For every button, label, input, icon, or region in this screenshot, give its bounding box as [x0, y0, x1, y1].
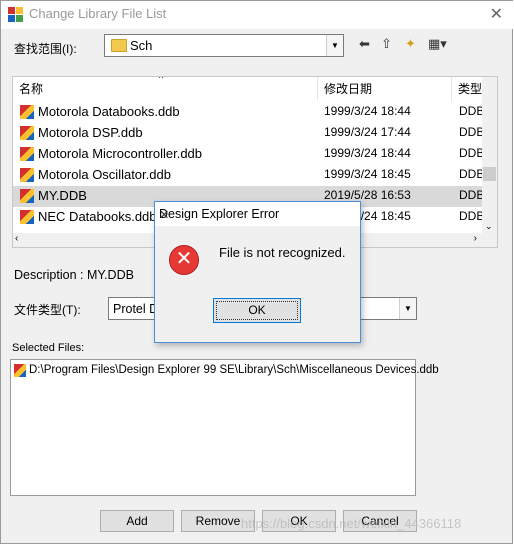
lookin-value: Sch: [130, 38, 153, 53]
chevron-down-icon[interactable]: ▼: [326, 35, 343, 56]
ddb-file-icon: [20, 168, 34, 182]
selected-file-path[interactable]: D:\Program Files\Design Explorer 99 SE\L…: [29, 364, 439, 376]
selected-files-label: Selected Files:: [12, 342, 85, 354]
ddb-file-icon: [20, 147, 34, 161]
watermark-text: https://blog.csdn.net/weixin_44366118: [241, 516, 462, 531]
error-dialog: Design Explorer Error ✕ ✕ File is not re…: [154, 201, 361, 343]
scroll-thumb[interactable]: [483, 167, 496, 181]
dialog-title-bar: Design Explorer Error ✕: [155, 202, 360, 226]
list-item[interactable]: Motorola Microcontroller.ddb 1999/3/24 18…: [13, 144, 484, 165]
ddb-file-icon: [20, 126, 34, 140]
sort-ascending-icon: ^: [159, 76, 164, 83]
chevron-down-icon[interactable]: ▼: [399, 298, 416, 319]
folder-icon: [111, 39, 127, 52]
up-folder-icon[interactable]: ⇧: [381, 36, 392, 52]
scroll-left-icon[interactable]: ‹: [15, 233, 18, 244]
selected-files-list[interactable]: D:\Program Files\Design Explorer 99 SE\L…: [10, 359, 439, 496]
lookin-combo[interactable]: Sch ▼: [104, 34, 344, 57]
back-icon[interactable]: ⬅: [359, 36, 370, 52]
ddb-file-icon: [20, 210, 34, 224]
window-close-icon[interactable]: ✕: [490, 4, 503, 24]
view-menu-icon[interactable]: ▦▾: [428, 36, 447, 52]
ddb-file-icon: [14, 364, 26, 377]
dialog-ok-button[interactable]: OK: [213, 298, 301, 323]
lookin-label: 查找范围(I):: [14, 42, 77, 56]
add-button[interactable]: Add: [100, 510, 174, 532]
error-icon: ✕: [169, 245, 199, 275]
ddb-file-icon: [20, 105, 34, 119]
list-item[interactable]: Motorola Oscillator.ddb 1999/3/24 18:45 DD…: [13, 165, 484, 186]
scroll-down-icon[interactable]: ⌄: [485, 221, 493, 232]
window-title: Change Library File List: [29, 6, 167, 21]
column-header-date[interactable]: 修改日期: [318, 77, 452, 101]
list-item[interactable]: Motorola DSP.ddb 1999/3/24 17:44 DDB: [13, 123, 484, 144]
ddb-file-icon: [20, 189, 34, 203]
list-item[interactable]: Motorola Databooks.ddb 1999/3/24 18:44 DDB: [13, 102, 484, 123]
dialog-message: File is not recognized.: [219, 245, 346, 260]
app-icon: [8, 7, 23, 22]
new-folder-icon[interactable]: ✦: [405, 36, 416, 52]
scroll-right-icon[interactable]: ›: [474, 233, 477, 244]
filetype-label: 文件类型(T):: [14, 303, 81, 317]
description-label: Description : MY.DDB: [14, 268, 134, 282]
title-bar: Change Library File List ✕: [1, 1, 513, 29]
filetype-value: Protel D: [113, 302, 159, 316]
vertical-scrollbar[interactable]: ⌄: [482, 77, 497, 234]
dialog-close-icon[interactable]: ✕: [159, 207, 351, 222]
column-header-name[interactable]: 名称: [13, 77, 318, 101]
